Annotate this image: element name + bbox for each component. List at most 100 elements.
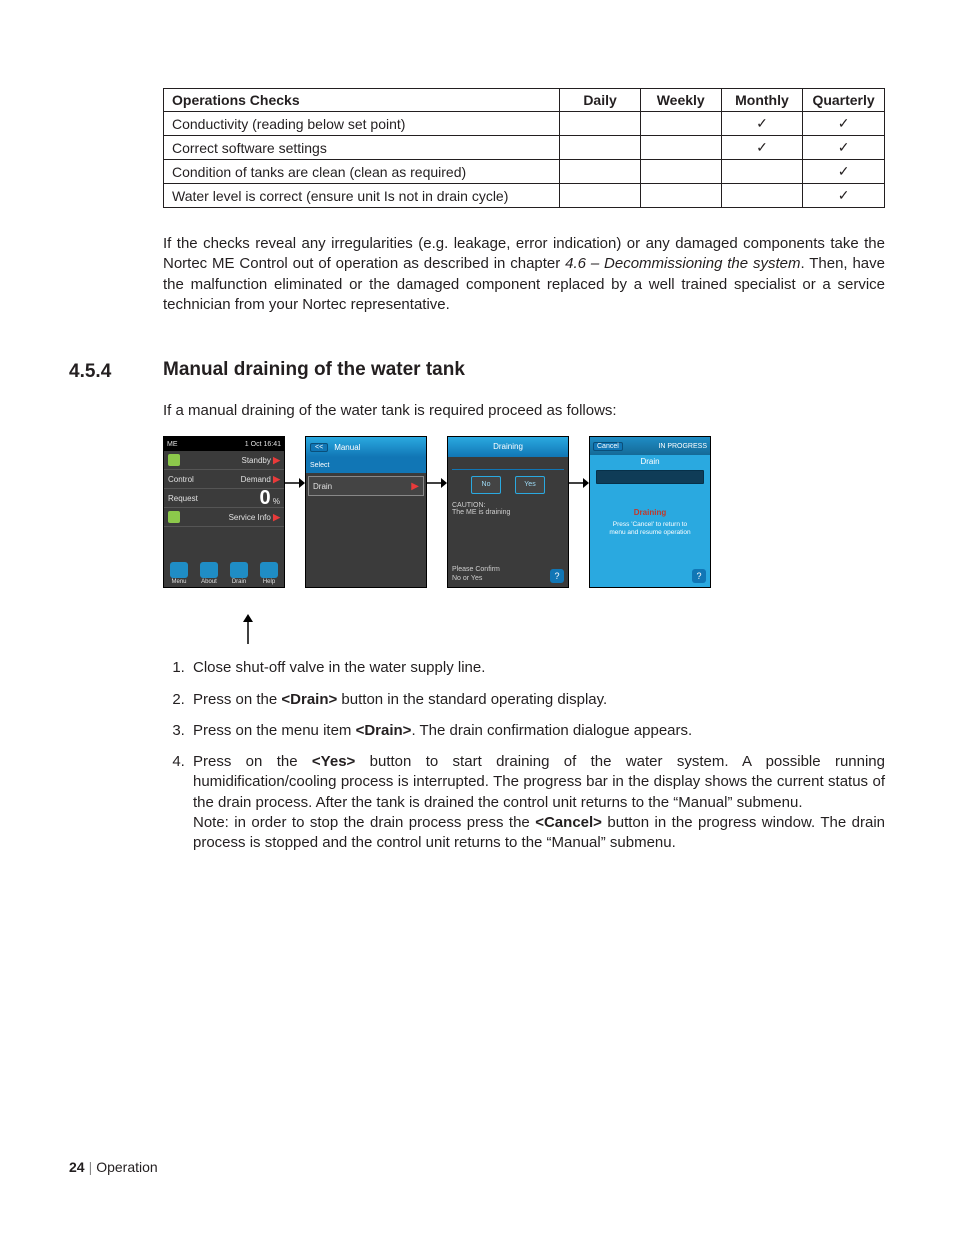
table-row: Water level is correct (ensure unit Is n…	[164, 184, 885, 208]
arrow-right-icon	[569, 436, 589, 628]
check-label: Water level is correct (ensure unit Is n…	[164, 184, 560, 208]
cell-quarterly: ✓	[803, 184, 885, 208]
step-text: button in the standard operating display…	[337, 691, 607, 708]
procedure-steps: Close shut-off valve in the water supply…	[163, 658, 885, 853]
step-text: Press on the	[193, 753, 312, 770]
caution-text: The ME is draining	[452, 509, 510, 516]
screen-title: Manual	[334, 443, 360, 452]
row-label: Service Info	[229, 513, 271, 522]
cell-weekly	[640, 136, 721, 160]
th-operations-checks: Operations Checks	[164, 89, 560, 112]
section-intro: If a manual draining of the water tank i…	[163, 401, 885, 421]
section-title: Manual draining of the water tank	[163, 359, 465, 383]
request-unit: %	[273, 497, 280, 506]
datetime: 1 Oct 16:41	[245, 441, 281, 448]
step-text: . The drain confirmation dialogue appear…	[411, 722, 692, 739]
status-icon	[168, 454, 180, 466]
cell-monthly	[721, 184, 802, 208]
th-quarterly: Quarterly	[803, 89, 885, 112]
chapter-ref: 4.6 – Decommissioning the system	[565, 255, 800, 272]
operations-checks-table: Operations Checks Daily Weekly Monthly Q…	[163, 88, 885, 208]
screenshot-drain-confirm: Draining No Yes CAUTION: The ME is drain…	[447, 436, 569, 588]
chevron-right-icon: ▶	[273, 474, 280, 484]
progress-label: Draining	[590, 508, 710, 517]
screenshot-standard-display: ME 1 Oct 16:41 Standby ▶ Control Demand …	[163, 436, 285, 588]
row-label: Request	[168, 494, 198, 503]
cell-quarterly: ✓	[803, 112, 885, 136]
step-item: Press on the <Yes> button to start drain…	[189, 752, 885, 853]
icon-label: About	[201, 579, 217, 585]
icon-label: Menu	[171, 579, 186, 585]
row-value: Demand	[241, 475, 271, 484]
screenshots-row: ME 1 Oct 16:41 Standby ▶ Control Demand …	[163, 436, 885, 628]
dialog-title: Draining	[448, 437, 568, 457]
device-name: ME	[167, 441, 178, 448]
step-text: Press on the	[193, 691, 281, 708]
footer-section: Operation	[96, 1159, 157, 1175]
cell-daily	[560, 112, 640, 136]
step-text: Close shut-off valve in the water supply…	[193, 659, 485, 676]
progress-hint: menu and resume operation	[609, 529, 690, 536]
chevron-right-icon: ▶	[411, 481, 419, 492]
help-button[interactable]: Help	[258, 562, 280, 585]
th-monthly: Monthly	[721, 89, 802, 112]
progress-bar	[596, 470, 704, 484]
status-icon	[168, 511, 180, 523]
step-item: Close shut-off valve in the water supply…	[189, 658, 885, 678]
cell-quarterly: ✓	[803, 136, 885, 160]
check-label: Conductivity (reading below set point)	[164, 112, 560, 136]
select-label: Select	[306, 457, 426, 473]
help-icon[interactable]: ?	[692, 569, 706, 583]
progress-hint: Press 'Cancel' to return to	[613, 521, 687, 528]
th-weekly: Weekly	[640, 89, 721, 112]
step-item: Press on the menu item <Drain>. The drai…	[189, 721, 885, 741]
back-button[interactable]: <<	[310, 443, 328, 452]
table-row: Condition of tanks are clean (clean as r…	[164, 160, 885, 184]
button-ref: <Cancel>	[535, 814, 602, 831]
cell-weekly	[640, 112, 721, 136]
screenshot-manual-menu: << Manual Select Drain ▶	[305, 436, 427, 588]
th-daily: Daily	[560, 89, 640, 112]
cell-daily	[560, 184, 640, 208]
row-label: Standby	[241, 456, 270, 465]
confirm-line: No or Yes	[452, 575, 482, 582]
menu-button[interactable]: Menu	[168, 562, 190, 585]
check-label: Correct software settings	[164, 136, 560, 160]
section-heading: 4.5.4 Manual draining of the water tank	[69, 359, 885, 383]
caution-heading: CAUTION:	[452, 502, 485, 509]
row-label: Control	[168, 475, 194, 484]
cancel-button[interactable]: Cancel	[593, 442, 623, 451]
chevron-right-icon: ▶	[273, 455, 280, 465]
chevron-right-icon: ▶	[273, 512, 280, 522]
cell-weekly	[640, 160, 721, 184]
table-row: Conductivity (reading below set point) ✓…	[164, 112, 885, 136]
page-footer: 24|Operation	[69, 1159, 158, 1175]
help-icon[interactable]: ?	[550, 569, 564, 583]
step-text: Press on the menu item	[193, 722, 356, 739]
check-label: Condition of tanks are clean (clean as r…	[164, 160, 560, 184]
yes-button[interactable]: Yes	[515, 476, 545, 494]
screenshot-drain-progress: Cancel IN PROGRESS Drain Draining Press …	[589, 436, 711, 588]
progress-status: IN PROGRESS	[658, 443, 707, 450]
no-button[interactable]: No	[471, 476, 501, 494]
arrow-right-icon	[285, 436, 305, 628]
table-row: Correct software settings ✓ ✓	[164, 136, 885, 160]
button-ref: <Drain>	[356, 722, 412, 739]
button-ref: <Drain>	[281, 691, 337, 708]
icon-label: Help	[263, 579, 275, 585]
drain-button[interactable]: Drain	[228, 562, 250, 585]
drain-menu-item[interactable]: Drain ▶	[308, 476, 424, 496]
request-value: 0	[260, 487, 271, 509]
page-number: 24	[69, 1159, 85, 1175]
button-ref: <Yes>	[312, 753, 355, 770]
progress-subtitle: Drain	[590, 457, 710, 466]
icon-label: Drain	[232, 579, 246, 585]
cell-quarterly: ✓	[803, 160, 885, 184]
cell-weekly	[640, 184, 721, 208]
step-text: Note: in order to stop the drain process…	[193, 814, 535, 831]
step-item: Press on the <Drain> button in the stand…	[189, 690, 885, 710]
cell-monthly: ✓	[721, 112, 802, 136]
about-button[interactable]: About	[198, 562, 220, 585]
menu-item-label: Drain	[313, 482, 332, 491]
cell-daily	[560, 160, 640, 184]
